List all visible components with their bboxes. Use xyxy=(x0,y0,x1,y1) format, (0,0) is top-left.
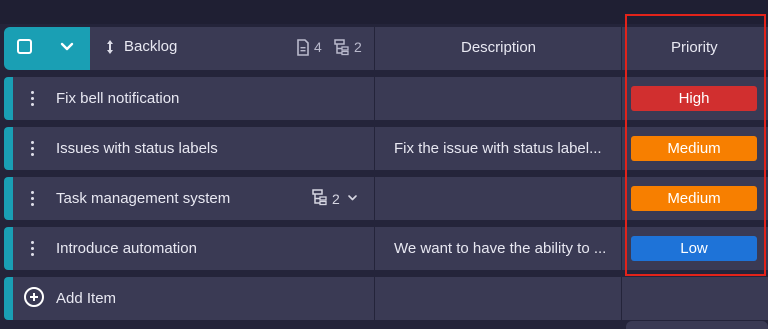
item-name[interactable]: Fix bell notification xyxy=(56,90,179,108)
header-description-cell[interactable]: Description xyxy=(375,27,621,70)
subitem-count: 2 xyxy=(354,39,362,55)
item-name[interactable]: Issues with status labels xyxy=(56,140,218,158)
file-icon xyxy=(297,39,309,56)
item-description: Fix the issue with status label... xyxy=(394,140,602,157)
more-vertical-icon[interactable] xyxy=(31,91,35,109)
subitems-icon[interactable] xyxy=(312,189,327,206)
select-all-checkbox[interactable] xyxy=(17,39,32,54)
sort-icon[interactable] xyxy=(104,38,116,56)
row-accent xyxy=(4,127,13,170)
group-title[interactable]: Backlog xyxy=(124,38,177,56)
item-name[interactable]: Introduce automation xyxy=(56,240,197,258)
more-vertical-icon[interactable] xyxy=(31,241,35,259)
more-vertical-icon[interactable] xyxy=(31,141,35,159)
add-item-description-cell xyxy=(375,277,621,320)
row-accent xyxy=(4,77,13,120)
plus-circle-icon[interactable] xyxy=(24,287,44,307)
add-item-label[interactable]: Add Item xyxy=(56,290,116,308)
description-cell[interactable] xyxy=(375,77,621,120)
row-accent xyxy=(4,177,13,220)
file-count: 4 xyxy=(314,39,322,55)
subitem-count[interactable]: 2 xyxy=(332,190,340,208)
priority-column-highlight xyxy=(625,14,766,276)
add-item-priority-cell xyxy=(622,277,768,320)
item-description: We want to have the ability to ... xyxy=(394,240,607,257)
column-header-description: Description xyxy=(461,39,537,56)
item-name[interactable]: Task management system xyxy=(56,190,230,208)
subitems-icon xyxy=(334,39,349,56)
summary-row-edge xyxy=(626,321,768,329)
chevron-down-icon[interactable] xyxy=(347,192,358,203)
more-vertical-icon[interactable] xyxy=(31,191,35,209)
chevron-down-icon[interactable] xyxy=(58,38,76,56)
row-accent xyxy=(4,227,13,270)
row-accent xyxy=(4,277,13,320)
description-cell[interactable] xyxy=(375,177,621,220)
